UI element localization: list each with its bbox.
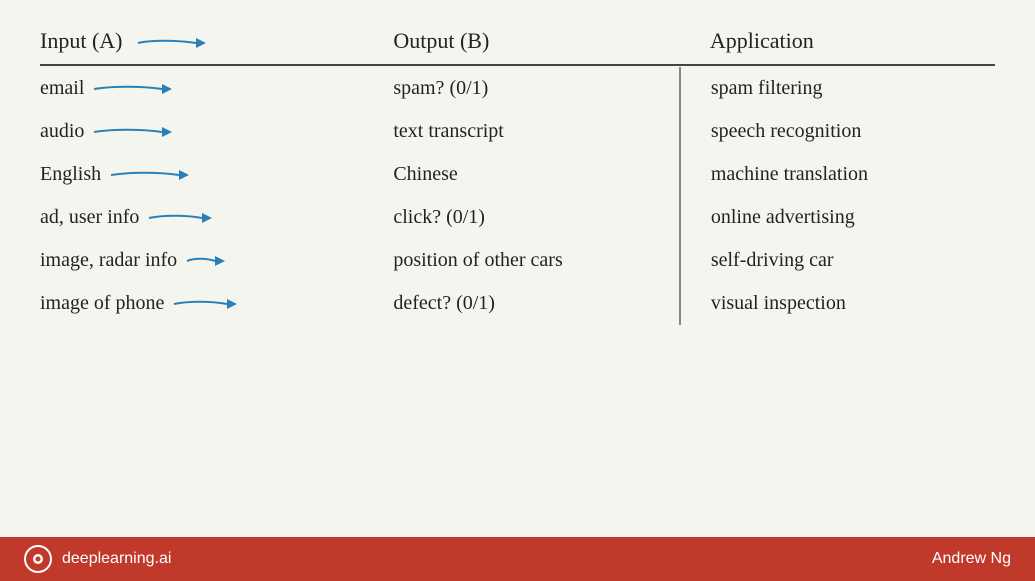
main-table: Input (A) Output (B) Application email sp…: [40, 20, 995, 325]
table-row: image, radar info position of other carss…: [40, 239, 995, 282]
application-cell: spam filtering: [680, 67, 995, 110]
header-application: Application: [680, 20, 995, 65]
arrow-icon: [109, 164, 197, 186]
output-cell: spam? (0/1): [393, 67, 680, 110]
output-cell: text transcript: [393, 110, 680, 153]
arrow-icon: [172, 293, 245, 315]
application-cell: online advertising: [680, 196, 995, 239]
footer: deeplearning.ai Andrew Ng: [0, 537, 1035, 581]
input-text: image, radar info: [40, 249, 177, 272]
arrow-icon: [147, 207, 220, 229]
author-label: Andrew Ng: [932, 550, 1011, 568]
arrow-icon: [92, 78, 180, 100]
output-cell: click? (0/1): [393, 196, 680, 239]
input-text: image of phone: [40, 292, 164, 315]
application-cell: visual inspection: [680, 282, 995, 325]
table-wrapper: Input (A) Output (B) Application email sp…: [40, 20, 995, 527]
brand-label: deeplearning.ai: [62, 550, 171, 568]
arrow-icon: [185, 250, 233, 272]
input-text: email: [40, 77, 84, 100]
header-input: Input (A): [40, 20, 393, 65]
input-cell: ad, user info: [40, 196, 393, 239]
table-row: audio text transcriptspeech recognition: [40, 110, 995, 153]
output-cell: position of other cars: [393, 239, 680, 282]
table-row: email spam? (0/1)spam filtering: [40, 67, 995, 110]
input-text: audio: [40, 120, 84, 143]
table-row: ad, user info click? (0/1)online advertis…: [40, 196, 995, 239]
output-cell: defect? (0/1): [393, 282, 680, 325]
application-cell: speech recognition: [680, 110, 995, 153]
deeplearning-logo-icon: [24, 545, 52, 573]
application-cell: machine translation: [680, 153, 995, 196]
input-cell: audio: [40, 110, 393, 153]
input-text: ad, user info: [40, 206, 139, 229]
header-row: Input (A) Output (B) Application: [40, 20, 995, 65]
arrow-icon: [92, 121, 180, 143]
table-row: image of phone defect? (0/1)visual inspec…: [40, 282, 995, 325]
input-cell: image of phone: [40, 282, 393, 325]
output-cell: Chinese: [393, 153, 680, 196]
footer-left: deeplearning.ai: [24, 545, 171, 573]
input-cell: image, radar info: [40, 239, 393, 282]
table-row: English Chinesemachine translation: [40, 153, 995, 196]
input-cell: email: [40, 67, 393, 110]
header-output: Output (B): [393, 20, 680, 65]
input-text: English: [40, 163, 101, 186]
input-cell: English: [40, 153, 393, 196]
application-cell: self-driving car: [680, 239, 995, 282]
main-content: Input (A) Output (B) Application email sp…: [0, 0, 1035, 537]
